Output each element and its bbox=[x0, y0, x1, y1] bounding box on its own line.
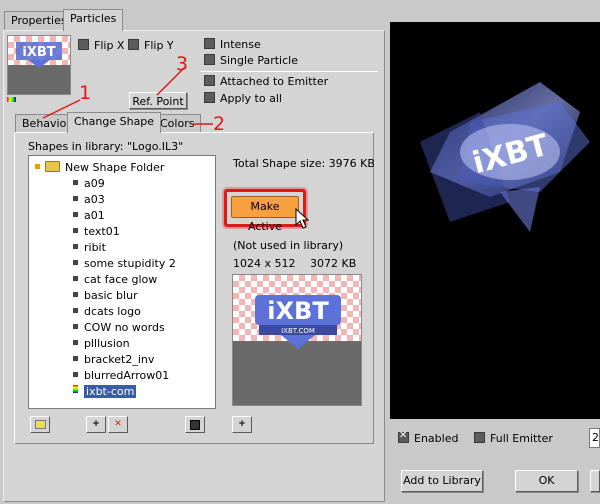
cursor-icon bbox=[295, 208, 310, 229]
annotation-1: 1 bbox=[79, 82, 92, 104]
annotation-lines bbox=[42, 66, 213, 125]
annotation-2: 2 bbox=[213, 113, 226, 135]
annotation-3: 3 bbox=[176, 53, 189, 75]
